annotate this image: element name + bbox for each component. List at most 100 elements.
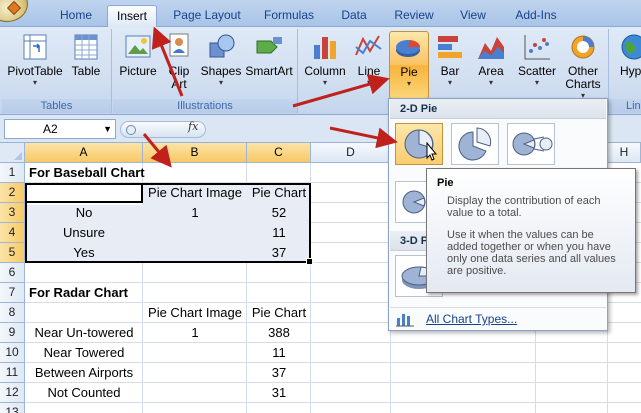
mouse-cursor-icon [426,142,438,161]
row-header[interactable]: 2 [0,183,25,203]
pie-chart-icon [396,40,420,57]
shapes-button[interactable]: Shapes ▾ [199,31,243,87]
row-header[interactable]: 3 [0,203,25,223]
tooltip-usage: Use it when the values can be added toge… [447,229,616,277]
clip-art-icon [169,33,189,57]
picture-button[interactable]: Picture [117,31,159,78]
pie-tooltip: Pie Display the contribution of each val… [426,168,636,293]
smartart-button[interactable]: SmartArt [243,31,295,78]
row-header[interactable]: 1 [0,163,25,183]
dropdown-arrow-icon: ▾ [322,78,327,87]
office-logo-icon [6,0,22,16]
column-header-h[interactable]: H [608,143,641,163]
dropdown-arrow-icon: ▾ [488,78,493,87]
select-all-button[interactable] [0,143,25,163]
row-header[interactable]: 13 [0,403,25,413]
other-charts-icon [571,35,595,59]
area-chart-button[interactable]: Area ▾ [471,31,511,87]
tab-data[interactable]: Data [330,5,378,27]
illustrations-group: Picture Clip Art Shapes ▾ SmartArt Illus… [113,29,298,113]
column-header-c[interactable]: C [247,143,311,163]
cell-a1[interactable]: For Baseball Chart [29,163,259,183]
cell-b8[interactable]: Pie Chart Image [143,303,247,323]
cell-c8[interactable]: Pie Chart [247,303,311,323]
dropdown-arrow-icon: ▾ [218,78,223,87]
pie-of-pie-icon [512,132,553,156]
pivottable-button[interactable]: PivotTable ▾ [6,31,64,87]
cell-a7[interactable]: For Radar Chart [29,283,259,303]
all-chart-types-item[interactable]: All Chart Types... [390,307,606,329]
name-box[interactable]: A2 ▼ [4,119,116,139]
cell-c10[interactable]: 11 [247,343,311,363]
tab-view[interactable]: View [450,5,496,27]
column-label: Column [304,64,346,78]
table-icon [74,34,98,60]
active-cell-border [25,183,143,203]
tab-insert[interactable]: Insert [107,5,157,27]
exploded-pie-option[interactable] [451,123,499,165]
scatter-chart-icon [524,35,550,60]
other-charts-label-line2: Charts [565,77,601,91]
pie-of-pie-option[interactable] [507,123,555,165]
insert-function-button[interactable]: fx [188,120,198,133]
pie-chart-button[interactable]: Pie ▾ [389,31,429,99]
row-header[interactable]: 5 [0,243,25,263]
tab-add-ins[interactable]: Add-Ins [506,5,566,27]
smartart-icon [256,37,282,54]
cell-b9[interactable]: 1 [143,323,247,343]
cell-c9[interactable]: 388 [247,323,311,343]
cell-c12[interactable]: 31 [247,383,311,403]
line-chart-button[interactable]: Line ▾ [351,31,387,87]
pie-label: Pie [400,65,418,79]
row-header[interactable]: 12 [0,383,25,403]
tab-home[interactable]: Home [48,5,104,27]
row-header[interactable]: 8 [0,303,25,323]
links-group: Hype Lin [610,29,641,113]
column-chart-button[interactable]: Column ▾ [303,31,347,87]
cell-a12[interactable]: Not Counted [25,383,143,403]
clip-art-label-line2: Art [171,77,187,91]
exploded-pie-icon [458,127,492,161]
picture-icon [125,35,151,58]
cell-a9[interactable]: Near Un-towered [25,323,143,343]
section-2d-pie: 2-D Pie [390,99,606,119]
tab-page-layout[interactable]: Page Layout [166,5,248,27]
cell-a11[interactable]: Between Airports [25,363,143,383]
scatter-label: Scatter [517,64,556,78]
shapes-label: Shapes [200,64,242,78]
row-header[interactable]: 10 [0,343,25,363]
row-header[interactable]: 11 [0,363,25,383]
ribbon-tab-bar: Home Insert Page Layout Formulas Data Re… [0,0,641,27]
hyperlink-button[interactable]: Hype [614,31,641,78]
column-chart-icon [314,37,336,59]
scatter-chart-button[interactable]: Scatter ▾ [513,31,561,87]
tab-review[interactable]: Review [386,5,442,27]
dropdown-arrow-icon: ▾ [366,78,371,87]
illustrations-group-label: Illustrations [113,99,297,113]
smartart-label: SmartArt [245,64,293,78]
row-header[interactable]: 4 [0,223,25,243]
column-header-b[interactable]: B [143,143,247,163]
line-label: Line [357,64,381,78]
cell-a10[interactable]: Near Towered [25,343,143,363]
other-charts-button[interactable]: Other Charts ▾ [563,31,603,100]
column-header-d[interactable]: D [311,143,391,163]
area-chart-icon [478,37,504,59]
dropdown-arrow-icon: ▾ [406,79,411,88]
tables-group-label: Tables [2,99,111,113]
cell-c11[interactable]: 37 [247,363,311,383]
chevron-down-icon[interactable]: ▼ [103,120,112,138]
office-button[interactable] [0,0,28,22]
column-header-a[interactable]: A [25,143,143,163]
row-header[interactable]: 7 [0,283,25,303]
name-box-value: A2 [43,122,58,136]
circle-handle-icon [126,125,136,135]
row-header[interactable]: 9 [0,323,25,343]
tab-formulas[interactable]: Formulas [256,5,322,27]
globe-icon [621,34,641,60]
table-button[interactable]: Table [66,31,106,78]
row-header[interactable]: 6 [0,263,25,283]
bar-chart-button[interactable]: Bar ▾ [433,31,467,87]
clip-art-button[interactable]: Clip Art [163,31,195,91]
area-label: Area [478,64,504,78]
